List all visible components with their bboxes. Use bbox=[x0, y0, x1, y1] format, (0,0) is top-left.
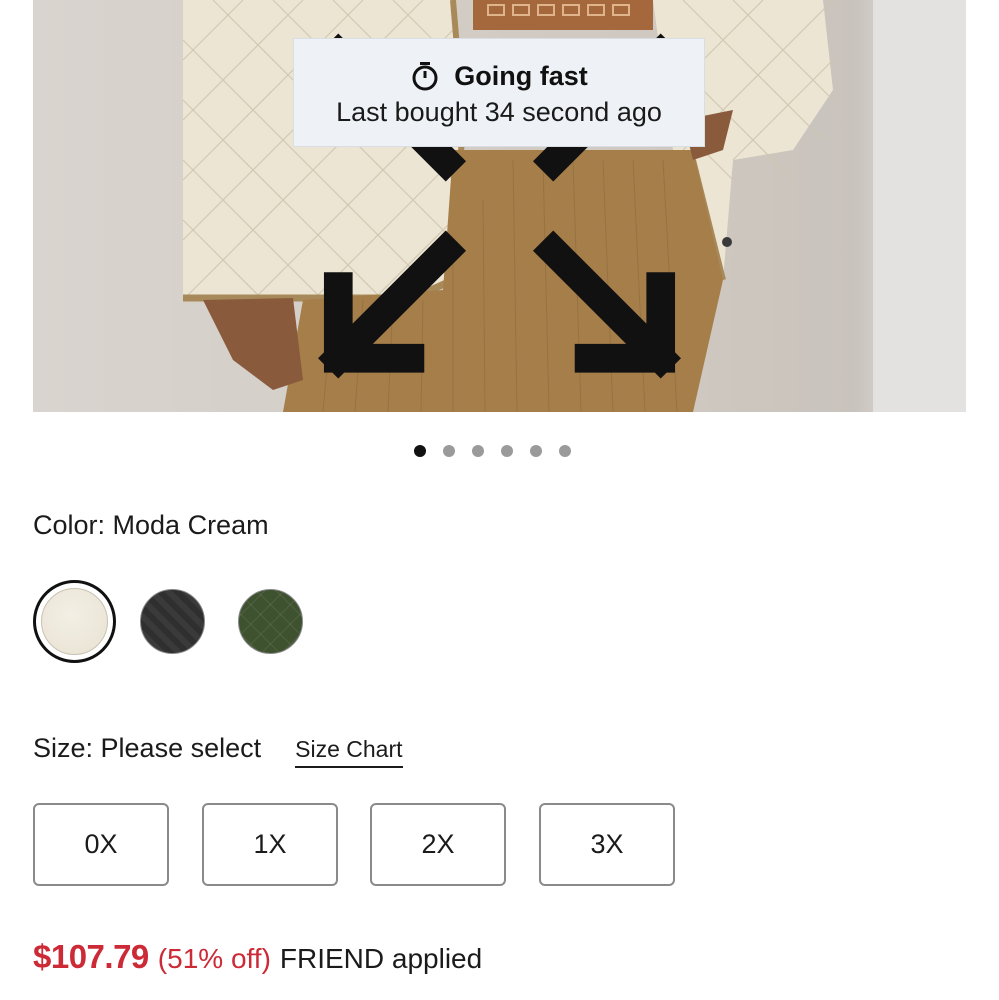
badge-title: Going fast bbox=[454, 60, 588, 91]
size-row: Size: Please select Size Chart bbox=[33, 733, 403, 768]
sale-price: $107.79 bbox=[33, 938, 149, 975]
going-fast-badge: Going fast Last bought 34 second ago bbox=[293, 38, 705, 147]
carousel-dots bbox=[414, 445, 571, 457]
size-option-3x[interactable]: 3X bbox=[539, 803, 675, 886]
carousel-dot[interactable] bbox=[472, 445, 484, 457]
carousel-dot[interactable] bbox=[414, 445, 426, 457]
size-chart-link[interactable]: Size Chart bbox=[295, 736, 403, 768]
color-label: Color: Moda Cream bbox=[33, 510, 269, 540]
size-option-2x[interactable]: 2X bbox=[370, 803, 506, 886]
size-option-0x[interactable]: 0X bbox=[33, 803, 169, 886]
size-label: Size: Please select bbox=[33, 733, 262, 763]
swatch-cream-fill bbox=[41, 588, 108, 655]
badge-subtitle: Last bought 34 second ago bbox=[336, 97, 662, 127]
swatch-black[interactable] bbox=[140, 589, 205, 654]
carousel-dot[interactable] bbox=[530, 445, 542, 457]
swatch-moda-cream[interactable] bbox=[33, 580, 116, 663]
carousel-dot[interactable] bbox=[501, 445, 513, 457]
size-option-1x[interactable]: 1X bbox=[202, 803, 338, 886]
promo-applied: FRIEND applied bbox=[279, 943, 483, 974]
discount-percent: (51% off) bbox=[157, 943, 271, 974]
carousel-dot[interactable] bbox=[559, 445, 571, 457]
timer-icon bbox=[412, 62, 438, 91]
carousel-dot[interactable] bbox=[443, 445, 455, 457]
price-row: $107.79 (51% off) FRIEND applied bbox=[33, 938, 482, 976]
swatch-olive[interactable] bbox=[238, 589, 303, 654]
badge-title-row: Going fast bbox=[410, 57, 588, 95]
